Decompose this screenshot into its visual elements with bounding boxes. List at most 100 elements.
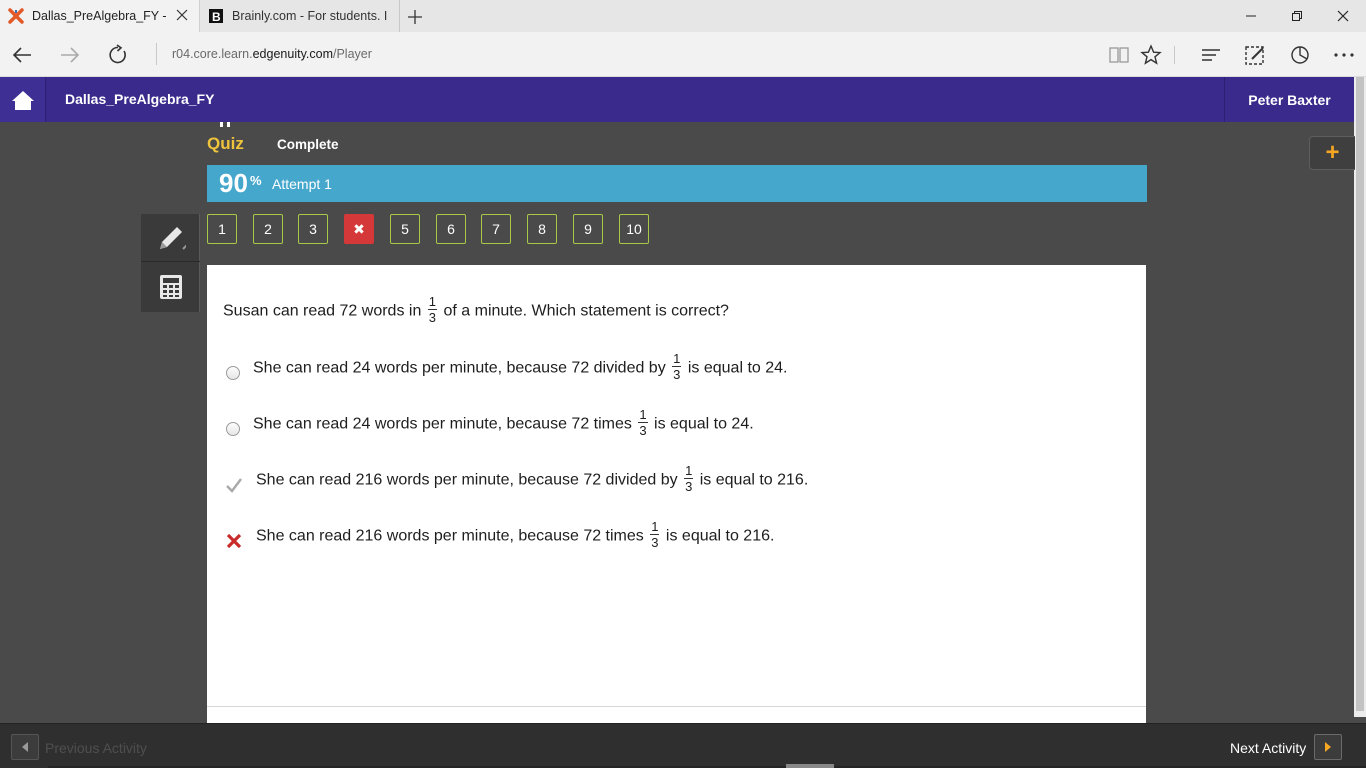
option-fraction: 13 (638, 407, 648, 438)
url-domain: edgenuity.com (252, 47, 333, 61)
score-unit: % (250, 173, 262, 188)
home-button[interactable] (0, 77, 46, 122)
close-window-button[interactable] (1320, 0, 1366, 32)
course-header: Dallas_PreAlgebra_FY Peter Baxter (0, 77, 1354, 122)
refresh-button[interactable] (104, 41, 132, 69)
panel-divider (207, 706, 1146, 707)
calculator-tool-button[interactable] (141, 263, 200, 311)
toolbar-divider (1174, 46, 1175, 64)
answer-option-text: She can read 216 words per minute, becau… (256, 519, 775, 552)
check-icon (226, 478, 242, 493)
radio-button[interactable] (226, 422, 240, 436)
question-1-button[interactable]: 1 (207, 214, 237, 244)
fraction-denominator: 3 (673, 367, 681, 382)
question-10-button[interactable]: 10 (619, 214, 649, 244)
calculator-icon (159, 275, 182, 299)
browser-tab-inactive[interactable]: B Brainly.com - For students. I (200, 0, 400, 32)
url-prefix: r04.core.learn. (172, 47, 253, 61)
answer-option-2[interactable]: She can read 24 words per minute, becaus… (223, 407, 1123, 445)
refresh-icon (109, 44, 126, 64)
question-4-wrong-button[interactable]: ✖ (344, 214, 374, 244)
browser-tab-bar: Dallas_PreAlgebra_FY - B Brainly.com - F… (0, 0, 1366, 32)
reading-view-button[interactable] (1105, 41, 1133, 69)
page-scrollbar[interactable] (1354, 77, 1366, 717)
question-panel: Susan can read 72 words in 13 of a minut… (207, 265, 1146, 723)
option-text-before: She can read 24 words per minute, becaus… (253, 415, 632, 433)
user-menu[interactable]: Peter Baxter (1224, 77, 1354, 122)
option-text-after: is equal to 24. (654, 415, 754, 433)
hub-icon (1202, 49, 1220, 61)
score-bar: 90 % Attempt 1 (207, 165, 1147, 202)
close-tab-icon[interactable] (175, 8, 189, 22)
answer-option-4[interactable]: She can read 216 words per minute, becau… (223, 519, 1123, 557)
side-toolbox (141, 214, 200, 312)
question-2-button[interactable]: 2 (253, 214, 283, 244)
back-arrow-icon (12, 47, 31, 63)
score-value: 90 (219, 168, 248, 198)
new-tab-icon[interactable] (404, 6, 426, 28)
option-text-after: is equal to 216. (665, 527, 775, 545)
hub-button[interactable] (1197, 41, 1225, 69)
forward-arrow-icon (61, 47, 80, 63)
option-text-before: She can read 216 words per minute, becau… (256, 527, 644, 545)
question-6-button[interactable]: 6 (436, 214, 466, 244)
minimize-icon (1246, 15, 1256, 17)
expand-tools-button[interactable]: + (1309, 136, 1355, 170)
option-text-before: She can read 24 words per minute, becaus… (253, 359, 666, 377)
share-icon (1291, 46, 1309, 64)
question-9-button[interactable]: 9 (573, 214, 603, 244)
question-text-after: of a minute. Which statement is correct? (443, 302, 729, 320)
reading-view-icon (1109, 47, 1129, 63)
star-icon (1140, 44, 1162, 65)
forward-button[interactable] (56, 41, 84, 69)
favorite-button[interactable] (1137, 41, 1165, 69)
brainly-favicon-icon: B (209, 9, 223, 24)
back-button[interactable] (8, 41, 36, 69)
close-icon (1337, 10, 1349, 22)
scroll-indicator (786, 764, 834, 768)
answer-option-3[interactable]: She can read 216 words per minute, becau… (223, 463, 1123, 501)
scrollbar-thumb[interactable] (1356, 77, 1364, 711)
fraction-numerator: 1 (638, 407, 648, 423)
more-options-button[interactable] (1330, 41, 1358, 69)
fraction-denominator: 3 (685, 479, 693, 494)
url-field[interactable]: r04.core.learn.edgenuity.com/Player (156, 43, 372, 65)
edgenuity-favicon-icon (8, 8, 24, 24)
radio-button[interactable] (226, 366, 240, 380)
restore-window-button[interactable] (1274, 0, 1320, 32)
next-activity-label[interactable]: Next Activity (1230, 740, 1306, 756)
pencil-icon (159, 226, 186, 250)
answer-option-text: She can read 24 words per minute, becaus… (253, 351, 787, 384)
option-text-before: She can read 216 words per minute, becau… (256, 471, 678, 489)
tab-title: Dallas_PreAlgebra_FY - (32, 9, 167, 23)
question-3-button[interactable]: 3 (298, 214, 328, 244)
clipped-title-fragment-icon (220, 122, 230, 127)
previous-activity-button[interactable] (11, 734, 39, 760)
browser-tab-active[interactable]: Dallas_PreAlgebra_FY - (0, 0, 200, 32)
question-7-button[interactable]: 7 (481, 214, 511, 244)
tab-title: Brainly.com - For students. I (232, 9, 388, 23)
web-note-icon (1245, 46, 1264, 65)
question-prompt: Susan can read 72 words in 13 of a minut… (223, 294, 729, 327)
previous-activity-label[interactable]: Previous Activity (45, 740, 147, 756)
activity-footer: Previous Activity Next Activity (0, 723, 1366, 768)
caret-left-icon (22, 742, 28, 752)
fraction-numerator: 1 (684, 463, 694, 479)
fraction-numerator: 1 (672, 351, 682, 367)
activity-status: Complete (277, 137, 339, 152)
question-8-button[interactable]: 8 (527, 214, 557, 244)
share-button[interactable] (1286, 41, 1314, 69)
answer-option-text: She can read 24 words per minute, becaus… (253, 407, 754, 440)
url-path: /Player (332, 47, 372, 61)
answer-option-text: She can read 216 words per minute, becau… (256, 463, 808, 496)
x-icon (226, 533, 242, 549)
answer-option-1[interactable]: She can read 24 words per minute, becaus… (223, 351, 1123, 389)
fraction-denominator: 3 (639, 423, 647, 438)
question-fraction: 13 (427, 294, 438, 325)
next-activity-button[interactable] (1314, 734, 1342, 760)
question-5-button[interactable]: 5 (390, 214, 420, 244)
svg-text:B: B (212, 10, 221, 24)
minimize-window-button[interactable] (1228, 0, 1274, 32)
pencil-tool-button[interactable] (141, 214, 200, 262)
web-note-button[interactable] (1241, 41, 1269, 69)
